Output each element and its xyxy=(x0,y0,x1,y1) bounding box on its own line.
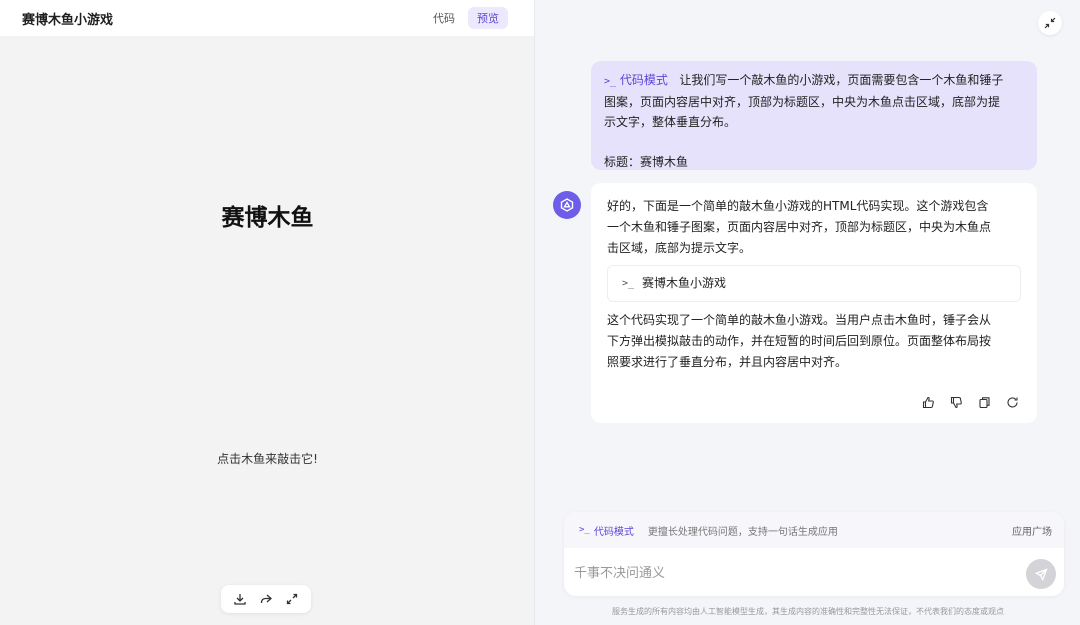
preview-header-title: 赛博木鱼小游戏 xyxy=(22,12,114,28)
send-button[interactable] xyxy=(1026,559,1056,589)
thumbs-up-icon[interactable] xyxy=(921,395,935,409)
download-icon[interactable] xyxy=(232,591,248,607)
assistant-text-3: 击区域，底部为提示文字。 xyxy=(607,241,752,255)
chat-pane: >_ 代码模式 让我们写一个敲木鱼的小游戏，页面需要包含一个木鱼和锤子 图案，页… xyxy=(536,0,1080,625)
tab-preview[interactable]: 预览 xyxy=(468,7,508,29)
assistant-message: 好的，下面是一个简单的敲木鱼小游戏的HTML代码实现。这个游戏包含 一个木鱼和锤… xyxy=(591,183,1037,423)
assistant-avatar-icon xyxy=(553,191,581,219)
game-title: 赛博木鱼 xyxy=(221,205,314,231)
preview-pane: 赛博木鱼小游戏 代码 预览 赛博木鱼 点击木鱼来敲击它! xyxy=(0,0,535,625)
prompt-icon: >_ xyxy=(579,525,590,535)
assistant-text-5: 下方弹出模拟敲击的动作，并在短暂的时间后回到原位。页面整体布局按 xyxy=(607,334,992,348)
prompt-icon: >_ xyxy=(622,278,635,289)
user-message-text-1: 让我们写一个敲木鱼的小游戏，页面需要包含一个木鱼和锤子 xyxy=(679,73,1004,87)
assistant-text-2: 一个木鱼和锤子图案，页面内容居中对齐，顶部为标题区，中央为木鱼点 xyxy=(607,220,992,234)
preview-header: 赛博木鱼小游戏 代码 预览 xyxy=(0,0,534,36)
preview-toolbar xyxy=(221,585,311,613)
code-mode-tag: >_ 代码模式 xyxy=(604,73,672,87)
code-card[interactable]: >_ 赛博木鱼小游戏 xyxy=(607,265,1021,302)
share-icon[interactable] xyxy=(258,591,274,607)
chat-input[interactable] xyxy=(574,558,1014,586)
tab-code[interactable]: 代码 xyxy=(424,7,464,29)
copy-icon[interactable] xyxy=(977,395,991,409)
thumbs-down-icon[interactable] xyxy=(949,395,963,409)
view-toggle: 代码 预览 xyxy=(424,7,508,29)
code-mode-label: 代码模式 xyxy=(619,73,668,87)
user-message-text-3: 示文字，整体垂直分布。 xyxy=(604,115,737,129)
user-message-line: >_ 代码模式 让我们写一个敲木鱼的小游戏，页面需要包含一个木鱼和锤子 xyxy=(604,70,1024,92)
send-icon xyxy=(1034,567,1048,581)
fullscreen-icon[interactable] xyxy=(284,591,300,607)
user-message-text-4: 标题：赛博木鱼 xyxy=(604,155,689,169)
prompt-icon: >_ xyxy=(604,76,617,87)
message-actions xyxy=(921,395,1019,409)
user-message: >_ 代码模式 让我们写一个敲木鱼的小游戏，页面需要包含一个木鱼和锤子 图案，页… xyxy=(591,61,1037,170)
game-hint: 点击木鱼来敲击它! xyxy=(217,452,318,466)
chat-input-box: >_ 代码模式 更擅长处理代码问题，支持一句话生成应用 应用广场 xyxy=(564,512,1064,596)
regenerate-icon[interactable] xyxy=(1005,395,1019,409)
assistant-text-4: 这个代码实现了一个简单的敲木鱼小游戏。当用户点击木鱼时，锤子会从 xyxy=(607,313,992,327)
code-mode-chip-label: 代码模式 xyxy=(593,526,634,538)
input-mode-bar: >_ 代码模式 更擅长处理代码问题，支持一句话生成应用 应用广场 xyxy=(564,512,1064,548)
user-message-spacer xyxy=(604,132,1024,152)
mode-description: 更擅长处理代码问题，支持一句话生成应用 xyxy=(647,526,838,538)
assistant-text-1: 好的，下面是一个简单的敲木鱼小游戏的HTML代码实现。这个游戏包含 xyxy=(607,199,989,213)
app-square-link[interactable]: 应用广场 xyxy=(1012,523,1052,538)
code-card-label: 赛博木鱼小游戏 xyxy=(642,276,727,290)
assistant-text-6: 照要求进行了垂直分布，并且内容居中对齐。 xyxy=(607,355,848,369)
code-mode-chip[interactable]: >_ 代码模式 xyxy=(579,523,634,538)
collapse-icon[interactable] xyxy=(1038,11,1062,35)
user-message-text-2: 图案，页面内容居中对齐，顶部为标题区，中央为木鱼点击区域，底部为提 xyxy=(604,95,1001,109)
disclaimer: 服务生成的所有内容均由人工智能模型生成，其生成内容的准确性和完整性无法保证，不代… xyxy=(612,607,1004,616)
